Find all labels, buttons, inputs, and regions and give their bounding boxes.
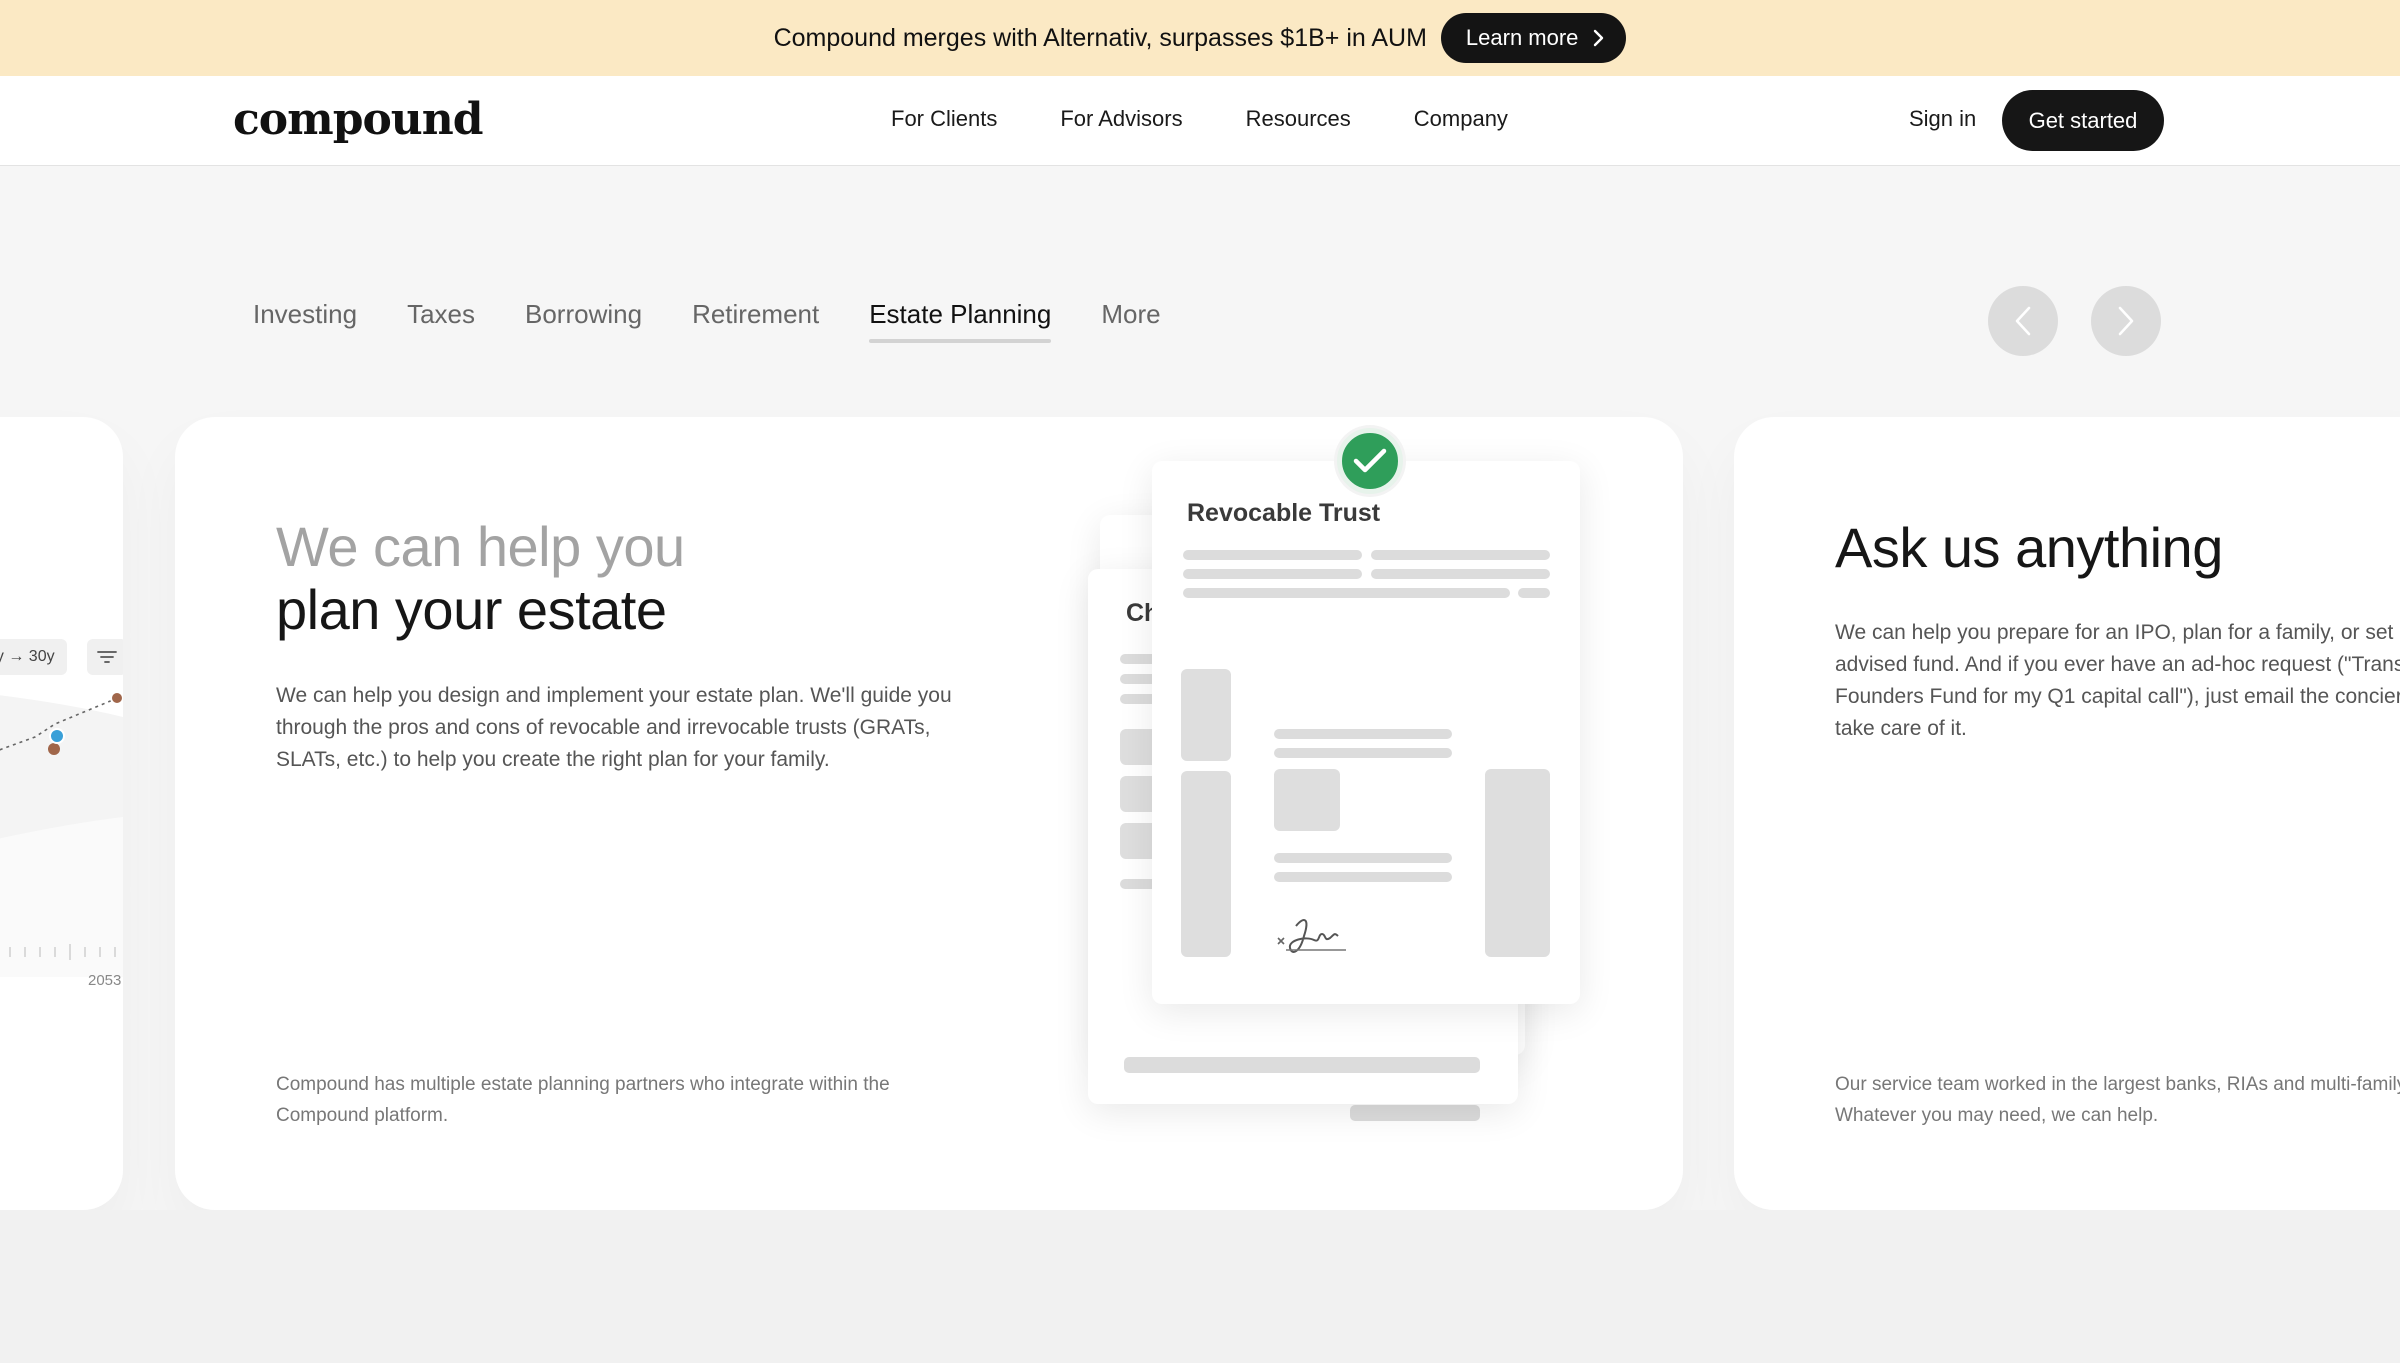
tab-more[interactable]: More xyxy=(1101,299,1160,340)
card-investing-preview[interactable]: ay → 30y 2053 xyxy=(0,417,123,1210)
tab-investing[interactable]: Investing xyxy=(253,299,357,340)
chevron-left-icon xyxy=(2015,306,2031,336)
carousel-prev-button[interactable] xyxy=(1988,286,2058,356)
learn-more-button[interactable]: Learn more xyxy=(1440,13,1627,63)
sign-in-link[interactable]: Sign in xyxy=(1909,106,1976,132)
nav-links: For Clients For Advisors Resources Compa… xyxy=(891,106,1508,132)
tab-retirement[interactable]: Retirement xyxy=(692,299,819,340)
card-headline: We can help you plan your estate xyxy=(276,515,685,641)
revocable-trust-document: Revocable Trust xyxy=(1152,461,1580,1004)
nav-resources[interactable]: Resources xyxy=(1246,106,1351,132)
chevron-right-icon xyxy=(1594,29,1604,47)
chart-point-brown xyxy=(48,743,60,755)
nav-for-advisors[interactable]: For Advisors xyxy=(1060,106,1182,132)
card-footnote: Compound has multiple estate planning pa… xyxy=(276,1074,890,1126)
page-bottom xyxy=(0,1210,2400,1363)
nav-company[interactable]: Company xyxy=(1414,106,1508,132)
tab-estate-planning[interactable]: Estate Planning xyxy=(869,299,1052,343)
banner-text: Compound merges with Alternativ, surpass… xyxy=(773,23,1427,52)
category-tabs: Investing Taxes Borrowing Retirement Est… xyxy=(253,299,1161,343)
card-body: We can help you design and implement you… xyxy=(276,684,952,771)
get-started-button[interactable]: Get started xyxy=(2002,90,2164,151)
nav-for-clients[interactable]: For Clients xyxy=(891,106,997,132)
headline-dark: plan your estate xyxy=(276,578,667,641)
top-nav: compound For Clients For Advisors Resour… xyxy=(0,76,2400,166)
right-card-body: We can help you prepare for an IPO, plan… xyxy=(1835,621,2400,740)
logo[interactable]: compound xyxy=(233,94,484,145)
year-label: 2053 xyxy=(88,972,122,989)
tab-taxes[interactable]: Taxes xyxy=(407,299,475,340)
document-title: Revocable Trust xyxy=(1187,499,1381,527)
chevron-right-icon xyxy=(2118,306,2134,336)
chart-point-end xyxy=(110,691,123,705)
approved-badge xyxy=(1337,428,1403,494)
carousel-next-button[interactable] xyxy=(2091,286,2161,356)
signature-icon xyxy=(1277,919,1346,953)
learn-more-label: Learn more xyxy=(1465,25,1579,50)
announcement-banner: Compound merges with Alternativ, surpass… xyxy=(0,0,2400,76)
tab-borrowing[interactable]: Borrowing xyxy=(525,299,642,340)
card-estate-planning: We can help you plan your estate We can … xyxy=(175,417,1683,1210)
right-card-title: Ask us anything xyxy=(1835,516,2223,579)
right-card-footnote: Our service team worked in the largest b… xyxy=(1835,1074,2400,1126)
chart-point-blue xyxy=(49,728,65,744)
headline-light: We can help you xyxy=(276,515,685,578)
check-icon xyxy=(1353,448,1387,473)
projection-chart xyxy=(0,691,123,977)
card-concierge-preview[interactable]: Ask us anything We can help you prepare … xyxy=(1734,417,2400,1210)
